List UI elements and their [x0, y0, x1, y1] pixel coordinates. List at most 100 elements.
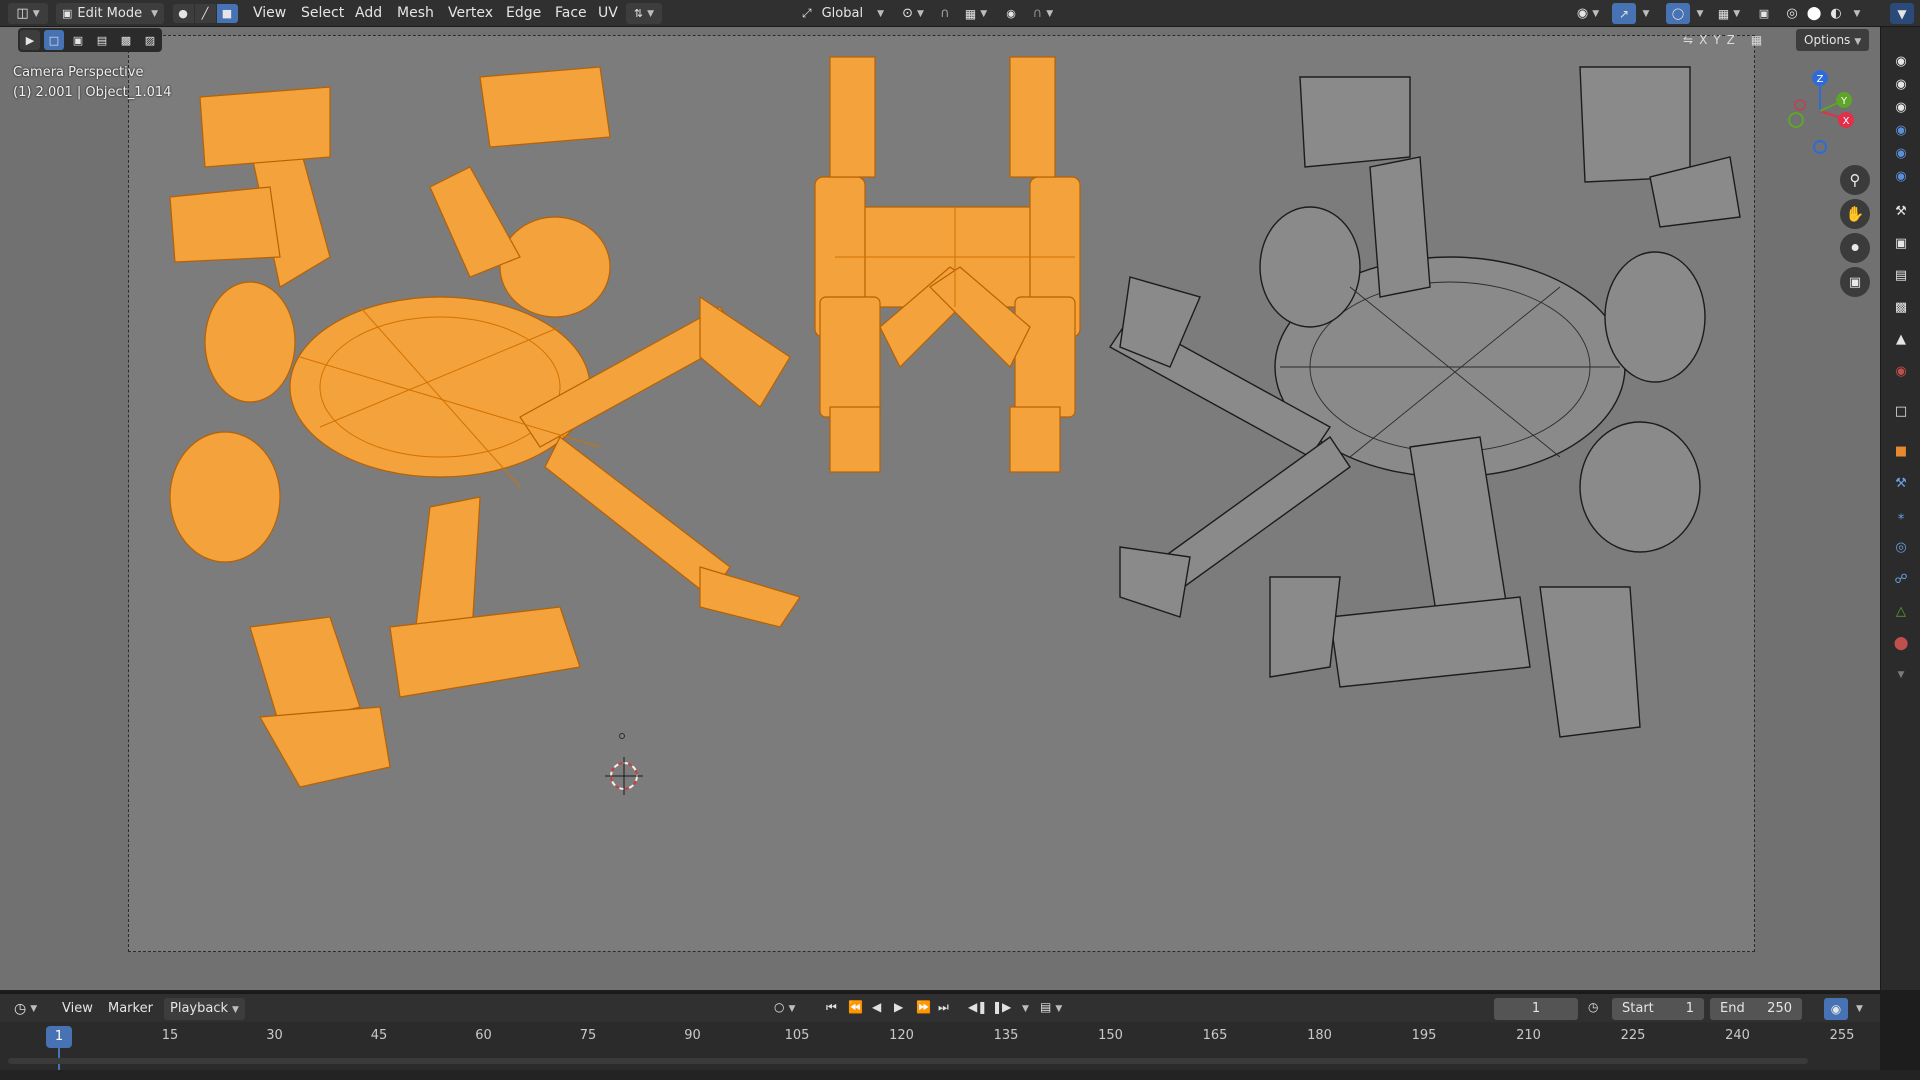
- camera-tab-1[interactable]: ◉: [1891, 51, 1911, 71]
- menu-select[interactable]: Select: [297, 3, 348, 24]
- jump-start-icon: ⏮: [826, 1000, 837, 1014]
- chevron-down-icon: ▼: [1733, 8, 1741, 19]
- transform-orientation-dropdown[interactable]: ⤢ Global ▼: [800, 3, 886, 24]
- chevron-down-icon: ▼: [788, 1004, 796, 1014]
- start-frame-field[interactable]: Start 1: [1612, 998, 1704, 1020]
- menu-view[interactable]: View: [249, 3, 290, 24]
- wireframe-sphere-icon: ◎: [1786, 6, 1798, 21]
- start-label: Start: [1622, 1001, 1654, 1016]
- jump-end-button[interactable]: ⏭: [938, 1000, 949, 1015]
- edge-select-mode-button[interactable]: ╱: [194, 4, 216, 23]
- preview-range-toggle[interactable]: ◷: [1588, 1000, 1598, 1014]
- face-select-mode-button[interactable]: ■: [216, 4, 238, 23]
- more-tabs-toggle[interactable]: ▼: [1891, 665, 1911, 685]
- shading-solid-button[interactable]: ⬤: [1804, 3, 1824, 24]
- pivot-point-dropdown[interactable]: ⊙ ▼: [896, 3, 930, 24]
- collection-tab[interactable]: □: [1891, 401, 1911, 421]
- camera-tab-3[interactable]: ◉: [1891, 97, 1911, 117]
- next-keyframe-button[interactable]: ⏩: [916, 1000, 931, 1014]
- timeline-editor-type-button[interactable]: ◷ ▼: [14, 998, 37, 1020]
- scene-icon-button[interactable]: ▼: [1890, 3, 1914, 24]
- overlays-toggle[interactable]: ◯: [1666, 3, 1690, 24]
- current-frame-field[interactable]: 1: [1494, 998, 1578, 1020]
- jump-start-button[interactable]: ⏮: [826, 1000, 837, 1015]
- material-tab[interactable]: ⬤: [1891, 633, 1911, 653]
- unselected-robot-mesh[interactable]: [1108, 66, 1741, 738]
- selected-robot-mesh-small[interactable]: [814, 56, 1081, 473]
- snap-target-dropdown[interactable]: ▦ ▼: [958, 3, 994, 24]
- timeline-view-dropdown[interactable]: ▼: [1852, 1000, 1863, 1014]
- prev-keyframe-button[interactable]: ⏪: [848, 1000, 863, 1014]
- snap-toggle[interactable]: ∩: [934, 3, 956, 24]
- uv-sync-button[interactable]: ⇅ ▼: [626, 3, 662, 24]
- camera-tab-4[interactable]: ◉: [1891, 120, 1911, 140]
- chevron-down-icon: ▼: [877, 8, 884, 19]
- menu-mesh[interactable]: Mesh: [393, 3, 438, 24]
- end-label: End: [1720, 1001, 1745, 1016]
- timeline-menu-marker[interactable]: Marker: [104, 998, 157, 1019]
- end-frame-field[interactable]: End 250: [1710, 998, 1802, 1020]
- next-keyframe-jump-button[interactable]: ❚▶: [992, 1000, 1011, 1014]
- visibility-dropdown[interactable]: ◉ ▼: [1570, 3, 1606, 24]
- selected-robot-mesh-large[interactable]: [169, 66, 801, 788]
- physics-tab[interactable]: ◎: [1891, 537, 1911, 557]
- camera-tab-2[interactable]: ◉: [1891, 74, 1911, 94]
- menu-face[interactable]: Face: [551, 3, 591, 24]
- timeline-view-toggle[interactable]: ◉: [1824, 998, 1848, 1020]
- view-layer-tab[interactable]: ▩: [1891, 297, 1911, 317]
- scene-tab[interactable]: ▲: [1891, 329, 1911, 349]
- falloff-dropdown[interactable]: ∩ ▼: [1026, 3, 1060, 24]
- chevron-down-icon: ▼: [1055, 1004, 1063, 1014]
- material-sphere-icon: ⬤: [1893, 635, 1909, 651]
- timeline-ruler[interactable]: 15 30 45 60 75 90 105 120 135 150 165 180 195 210 225 2…: [0, 1022, 1880, 1070]
- play-button[interactable]: ▶: [894, 1000, 903, 1014]
- play-reverse-button[interactable]: ◀: [872, 1000, 881, 1014]
- mesh-edit-overlays-dropdown[interactable]: ▦ ▼: [1712, 3, 1746, 24]
- world-tab[interactable]: ◉: [1891, 361, 1911, 381]
- gizmo-toggle[interactable]: ↗: [1612, 3, 1636, 24]
- camera-tab-6[interactable]: ◉: [1891, 166, 1911, 186]
- timeline-scrollbar[interactable]: [8, 1058, 1808, 1064]
- menu-uv[interactable]: UV: [594, 3, 622, 24]
- timeline-menu-view[interactable]: View: [58, 998, 97, 1019]
- 3d-viewport[interactable]: ▶ □ ▣ ▤ ▩ ▨ Camera Perspective (1) 2.001…: [0, 27, 1880, 990]
- gizmo-icon: ↗: [1618, 6, 1630, 21]
- camera-icon: ◉: [1895, 122, 1907, 138]
- prev-keyframe-jump-button[interactable]: ◀❚: [968, 1000, 987, 1014]
- physics-orbit-icon: ◎: [1895, 539, 1907, 555]
- edit-mode-icon: ▣: [62, 7, 73, 20]
- playback-dropdown[interactable]: Playback ▼: [164, 998, 245, 1020]
- output-tab[interactable]: ▤: [1891, 265, 1911, 285]
- keying-set-button[interactable]: ▤ ▼: [1040, 1000, 1062, 1014]
- camera-tab-5[interactable]: ◉: [1891, 143, 1911, 163]
- proportional-edit-icon: ◉: [1006, 7, 1016, 20]
- constraints-tab[interactable]: ☍: [1891, 569, 1911, 589]
- object-tab[interactable]: ■: [1891, 441, 1911, 461]
- menu-vertex[interactable]: Vertex: [444, 3, 497, 24]
- tool-tab[interactable]: ⚒: [1891, 201, 1911, 221]
- modifiers-tab[interactable]: ⚒: [1891, 473, 1911, 493]
- auto-keying-toggle[interactable]: ○ ▼: [774, 1000, 795, 1014]
- xray-toggle[interactable]: ▣: [1754, 3, 1774, 24]
- menu-add[interactable]: Add: [351, 3, 386, 24]
- mode-dropdown[interactable]: ▣ Edit Mode ▼: [56, 3, 164, 24]
- scene-icon: ▼: [1897, 6, 1907, 21]
- shading-dropdown[interactable]: ▼: [1848, 3, 1862, 24]
- vertex-select-mode-button[interactable]: ●: [172, 4, 194, 23]
- shading-wireframe-button[interactable]: ◎: [1782, 3, 1802, 24]
- menu-edge[interactable]: Edge: [502, 3, 545, 24]
- render-tab[interactable]: ▣: [1891, 233, 1911, 253]
- proportional-edit-toggle[interactable]: ◉: [1000, 3, 1022, 24]
- timeline-tick-label: 30: [266, 1028, 283, 1043]
- 3d-cursor[interactable]: [605, 757, 643, 795]
- collection-box-icon: □: [1894, 403, 1908, 419]
- particles-tab[interactable]: ⁎: [1891, 505, 1911, 525]
- editor-type-button[interactable]: ◫ ▼: [8, 3, 48, 24]
- chevron-down-icon: ▼: [980, 8, 988, 19]
- keying-dropdown[interactable]: ▼: [1018, 1000, 1029, 1014]
- gizmo-dropdown[interactable]: ▼: [1638, 3, 1650, 24]
- overlays-dropdown[interactable]: ▼: [1692, 3, 1704, 24]
- data-tab[interactable]: △: [1891, 601, 1911, 621]
- shading-material-button[interactable]: ◐: [1826, 3, 1846, 24]
- playhead-marker[interactable]: 1: [46, 1026, 72, 1048]
